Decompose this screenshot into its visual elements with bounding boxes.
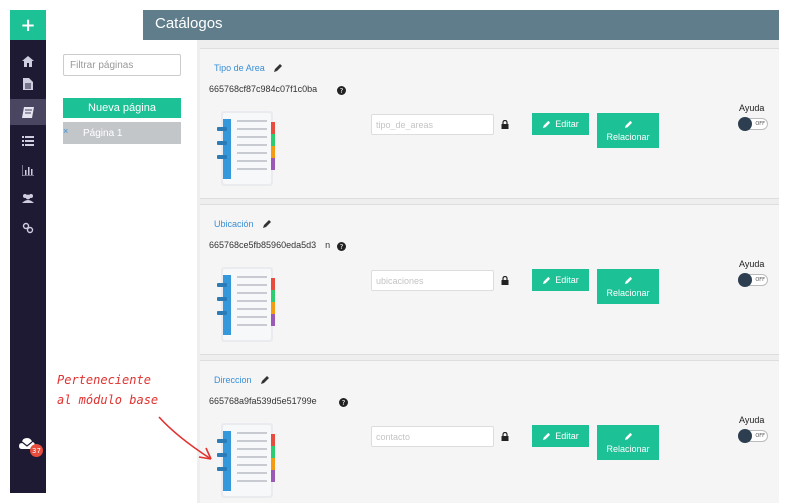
lock-icon — [501, 432, 509, 441]
catalog-title-text[interactable]: Tipo de Area — [214, 63, 265, 73]
help-label: Ayuda — [739, 259, 765, 269]
toggle-knob — [738, 429, 752, 443]
page-list-item[interactable]: Página 1 — [63, 122, 181, 144]
link-icon[interactable] — [10, 215, 46, 241]
toggle-state: OFF — [755, 433, 765, 439]
pencil-icon[interactable] — [273, 63, 283, 73]
edit-button-label: Editar — [555, 275, 579, 285]
edit-button-label: Editar — [555, 119, 579, 129]
edit-button[interactable]: Editar — [532, 113, 589, 135]
catalog-id: 665768cf87c984c07f1c0ba — [209, 84, 318, 94]
add-button[interactable]: + — [10, 10, 46, 40]
pencil-icon — [624, 432, 632, 440]
users-icon[interactable] — [10, 185, 46, 211]
collection-name-input[interactable] — [371, 426, 494, 447]
pencil-icon[interactable] — [262, 219, 272, 229]
pencil-icon — [624, 276, 632, 284]
help-toggle[interactable]: OFF — [738, 429, 768, 443]
file-icon[interactable] — [10, 71, 46, 97]
edit-button-label: Editar — [555, 431, 579, 441]
catalog-list: Tipo de Area 665768cf87c984c07f1c0ba ? t… — [197, 40, 779, 503]
left-rail: + 37 — [10, 10, 46, 493]
book-icon[interactable] — [10, 99, 46, 125]
catalog-title[interactable]: Tipo de Area — [214, 63, 283, 73]
notebook-icon — [217, 423, 275, 498]
toggle-state: OFF — [755, 277, 765, 283]
question-icon[interactable]: ? — [337, 86, 346, 95]
lock-icon — [501, 120, 509, 129]
collection-name-input[interactable] — [371, 114, 494, 135]
toggle-state: OFF — [755, 121, 765, 127]
help-label: Ayuda — [739, 415, 765, 425]
relate-button[interactable]: Relacionar — [597, 113, 659, 148]
pencil-icon — [543, 432, 551, 440]
annotation-arrow-icon — [158, 416, 212, 460]
catalog-card: Tipo de Area 665768cf87c984c07f1c0ba ? t… — [200, 48, 779, 199]
catalog-title-text[interactable]: Direccion — [214, 375, 252, 385]
catalog-id: 665768a9fa539d5e51799e — [209, 396, 317, 406]
help-toggle[interactable]: OFF — [738, 117, 768, 131]
help-label: Ayuda — [739, 103, 765, 113]
notification-badge: 37 — [30, 444, 43, 457]
app-root: + 37 Catálogos Nueva página Pá — [0, 0, 788, 503]
catalog-card: Ubicación 665768ce5fb85960eda5d3 n ? ubi… — [200, 204, 779, 355]
edit-button[interactable]: Editar — [532, 269, 589, 291]
notebook-icon — [217, 267, 275, 342]
relate-button-label: Relacionar — [606, 131, 650, 142]
page-title: Catálogos — [155, 15, 223, 32]
catalog-id: 665768ce5fb85960eda5d3 n — [209, 240, 331, 250]
collection-name-input[interactable] — [371, 270, 494, 291]
pencil-icon[interactable] — [260, 375, 270, 385]
annotation-note: Perteneciente al módulo base — [57, 370, 158, 410]
edit-button[interactable]: Editar — [532, 425, 589, 447]
filter-pages-input[interactable] — [63, 54, 181, 76]
question-icon[interactable]: ? — [337, 242, 346, 251]
help-toggle[interactable]: OFF — [738, 273, 768, 287]
pencil-icon — [624, 120, 632, 128]
toggle-knob — [738, 117, 752, 131]
bar-chart-icon[interactable] — [10, 157, 46, 183]
relate-button-label: Relacionar — [606, 443, 650, 454]
relate-button[interactable]: Relacionar — [597, 425, 659, 460]
lock-icon — [501, 276, 509, 285]
catalog-card: Direccion 665768a9fa539d5e51799e ? conta… — [200, 360, 779, 503]
new-page-button[interactable]: Nueva página — [63, 98, 181, 118]
catalog-title[interactable]: Direccion — [214, 375, 270, 385]
toggle-knob — [738, 273, 752, 287]
list-icon[interactable] — [10, 128, 46, 154]
relate-button-label: Relacionar — [606, 287, 650, 298]
annotation-line-2: al módulo base — [57, 393, 159, 407]
relate-button[interactable]: Relacionar — [597, 269, 659, 304]
pencil-icon — [543, 276, 551, 284]
header-bar: Catálogos — [143, 10, 779, 40]
catalog-title[interactable]: Ubicación — [214, 219, 272, 229]
notebook-icon — [217, 111, 275, 186]
catalog-title-text[interactable]: Ubicación — [214, 219, 254, 229]
question-icon[interactable]: ? — [339, 398, 348, 407]
remove-page-icon[interactable]: × — [63, 126, 68, 136]
annotation-line-1: Perteneciente — [57, 373, 151, 387]
pencil-icon — [543, 120, 551, 128]
